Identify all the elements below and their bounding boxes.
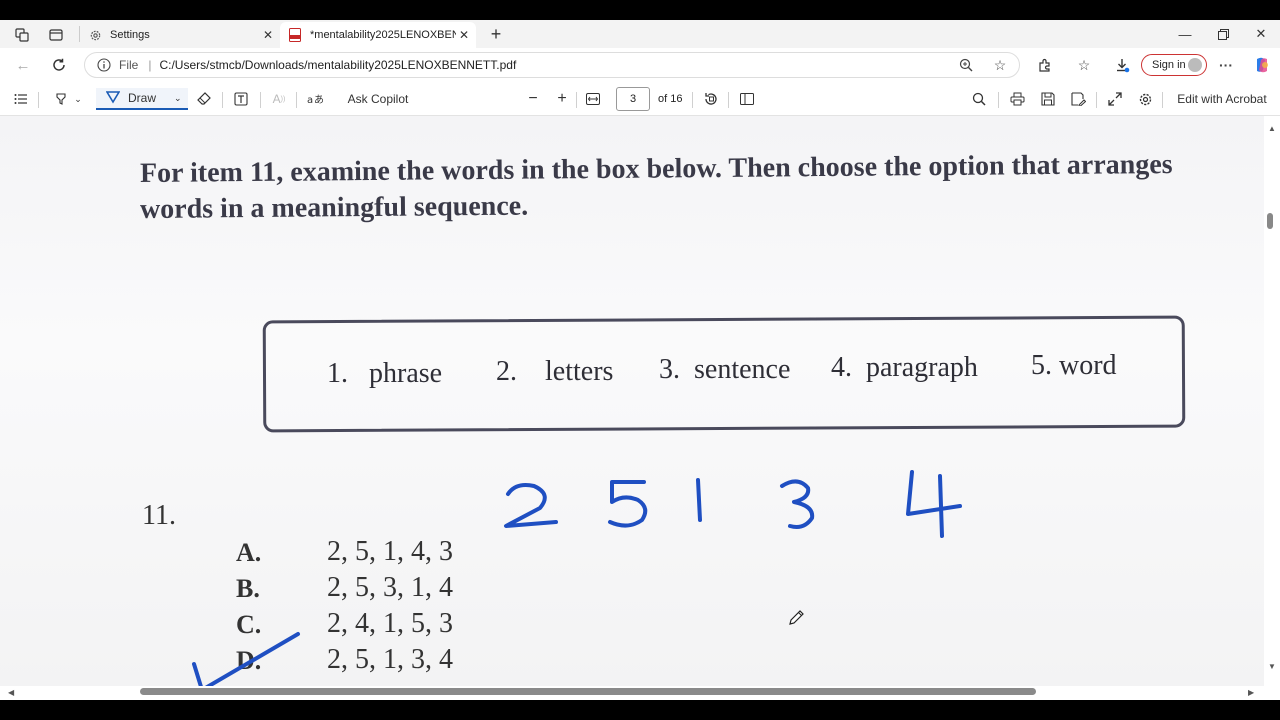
pdf-page: For item 11, examine the words in the bo… [0,116,1264,686]
info-icon[interactable] [93,58,115,72]
toolbar-divider [260,92,261,108]
ink-digit-5 [608,480,648,528]
tab-title: *mentalability2025LENOXBENNETT [310,29,456,41]
tab-title: Settings [110,29,150,41]
svg-text:あ: あ [314,94,323,106]
page-view-icon[interactable] [736,88,758,110]
scroll-up-icon: ▲ [1268,124,1276,133]
minimize-button[interactable]: — [1166,20,1204,48]
downloads-icon[interactable] [1112,56,1132,74]
back-icon[interactable]: ← [10,53,36,77]
toolbar-divider [998,92,999,108]
tab-actions-icon[interactable] [44,24,68,46]
sign-in-label: Sign in [1152,59,1186,71]
address-bar[interactable]: File | C:/Users/stmcb/Downloads/mentalab… [84,52,1020,78]
fullscreen-icon[interactable] [1104,88,1126,110]
edit-with-acrobat-label: Edit with Acrobat [1177,92,1267,106]
settings-gear-icon[interactable] [1134,88,1156,110]
save-as-icon[interactable] [1067,88,1089,110]
scroll-right-icon: ▶ [1248,688,1255,697]
ink-annotations [192,470,962,686]
pdf-file-icon [288,28,302,42]
zoom-out-icon[interactable]: − [522,88,544,110]
new-tab-button[interactable]: + [484,23,508,45]
save-icon[interactable] [1037,88,1059,110]
address-row: ← File | C:/Users/stmcb/Downloads/mental… [0,48,1280,82]
edit-with-acrobat-button[interactable]: Edit with Acrobat [1170,88,1274,110]
screen-bottom-bar [0,700,1280,720]
toolbar-divider [38,92,39,108]
zoom-in-icon[interactable]: + [551,88,573,110]
ink-digit-1 [696,478,702,522]
zoom-icon[interactable] [956,56,976,74]
contents-icon[interactable] [10,88,32,110]
workspaces-icon[interactable] [10,24,34,46]
screen-top-bar [0,0,1280,20]
fit-page-icon[interactable] [582,88,604,110]
pdf-viewer[interactable]: For item 11, examine the words in the bo… [0,116,1264,686]
toolbar-divider [1096,92,1097,108]
toolbar-divider [692,92,693,108]
avatar [1188,58,1202,72]
browser-window: Settings ✕ *mentalability2025LENOXBENNET… [0,20,1280,700]
page-count: of 16 [658,93,683,105]
vertical-scroll-thumb[interactable] [1267,213,1273,229]
ask-copilot-button[interactable]: Ask Copilot [340,88,416,110]
ink-digit-3 [780,479,815,529]
toolbar-divider [728,92,729,108]
extensions-icon[interactable] [1034,56,1054,74]
rotate-icon[interactable] [700,88,722,110]
ink-digit-2 [504,483,558,528]
toolbar-divider [576,92,577,108]
restore-button[interactable] [1204,20,1242,48]
ask-copilot-label: Ask Copilot [347,92,409,106]
copilot-icon[interactable] [1252,56,1272,74]
tab-strip: Settings ✕ *mentalability2025LENOXBENNET… [0,20,1280,48]
draw-label: Draw [128,91,157,105]
highlight-icon[interactable]: ⌄ [48,88,88,110]
close-icon[interactable]: ✕ [456,27,472,43]
horizontal-scroll-thumb[interactable] [140,688,1036,695]
close-icon[interactable]: ✕ [260,27,276,43]
toolbar-divider [296,92,297,108]
read-aloud-icon[interactable]: A)) [268,88,290,110]
tab-pdf[interactable]: *mentalability2025LENOXBENNETT ✕ [280,22,476,48]
print-icon[interactable] [1006,88,1028,110]
svg-text:a: a [307,95,313,106]
favorite-star-icon[interactable]: ☆ [990,56,1010,74]
ink-checkmark [192,632,300,686]
search-icon[interactable] [968,88,990,110]
chevron-down-icon: ⌄ [174,92,182,103]
translate-icon[interactable]: aあ [304,88,326,110]
scroll-down-icon: ▼ [1268,662,1276,671]
url-text: C:/Users/stmcb/Downloads/mentalability20… [159,58,517,72]
eraser-icon[interactable] [194,88,214,110]
draw-pen-icon [105,90,121,107]
pen-cursor-icon [789,610,804,625]
page-number-input[interactable]: 3 [616,87,650,111]
file-label: File [119,58,139,72]
ink-digit-4 [906,470,962,538]
draw-button[interactable]: Draw ⌄ [96,88,188,110]
sign-in-button[interactable]: Sign in [1141,54,1207,76]
tab-settings[interactable]: Settings ✕ [80,22,280,48]
gear-icon [88,28,102,42]
favorites-icon[interactable]: ☆ [1074,56,1094,74]
toolbar-divider [222,92,223,108]
scroll-left-icon: ◀ [8,688,15,697]
refresh-icon[interactable] [46,53,72,77]
chevron-down-icon: ⌄ [74,93,82,104]
toolbar-divider [1162,92,1163,108]
close-window-button[interactable]: ✕ [1242,20,1280,48]
more-icon[interactable]: ··· [1216,56,1236,74]
address-separator: | [148,58,152,72]
pdf-toolbar: ⌄ Draw ⌄ A)) aあ Ask Copilot − + 3 of 16 … [0,82,1280,116]
vertical-scrollbar[interactable]: ▲ ▼ [1264,116,1280,700]
text-box-icon[interactable] [230,88,252,110]
